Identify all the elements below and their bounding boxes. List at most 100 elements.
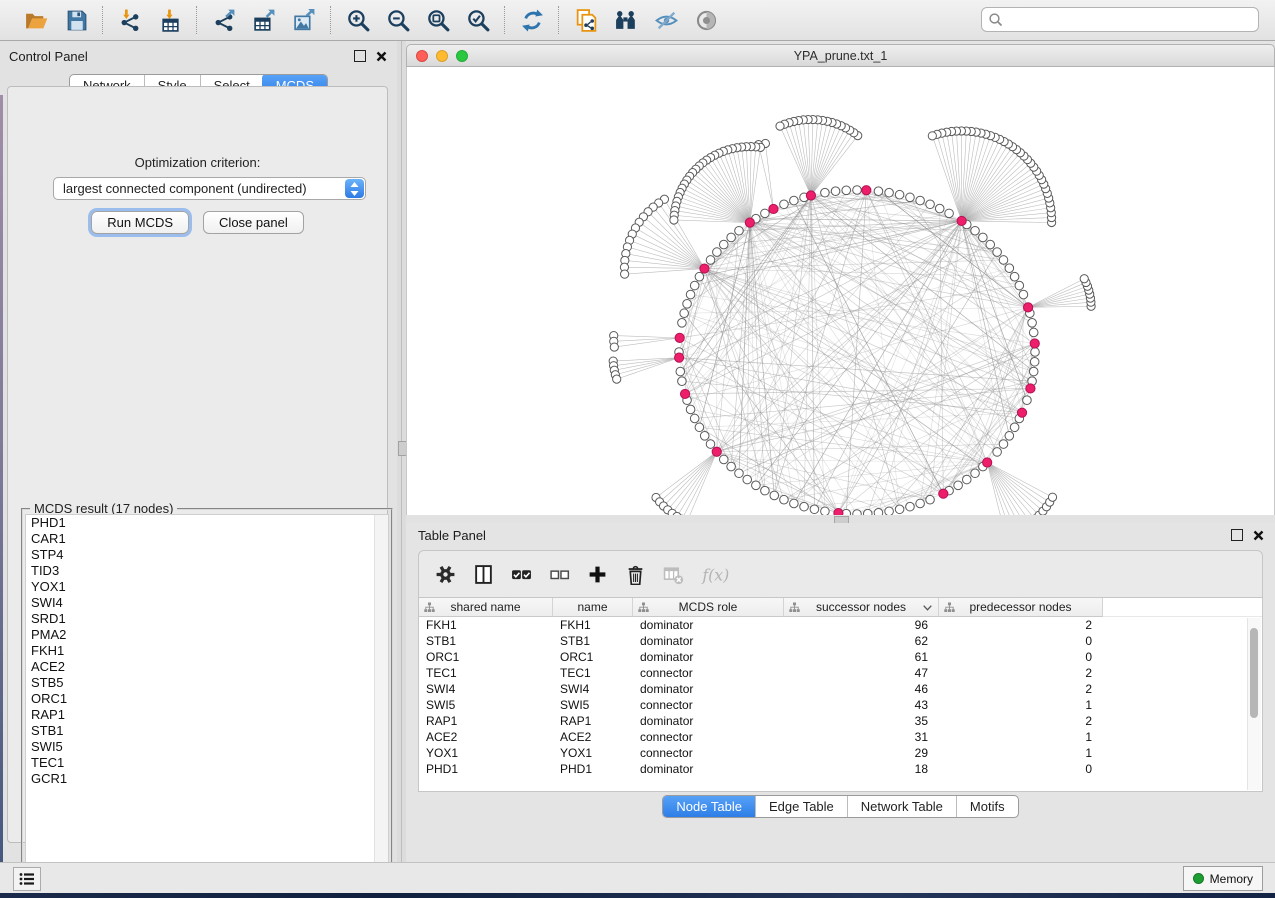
mcds-result-item[interactable]: STB5 <box>26 675 388 691</box>
cell-shared-name[interactable]: TEC1 <box>419 666 553 680</box>
cell-name[interactable]: RAP1 <box>553 714 633 728</box>
cell-MCDS-role[interactable]: dominator <box>633 650 784 664</box>
show-columns-button[interactable] <box>473 562 494 586</box>
table-row-SWI5[interactable]: SWI5SWI5connector431 <box>419 697 1262 713</box>
apply-layout-button[interactable] <box>516 4 548 36</box>
column-header-shared-name[interactable]: shared name <box>419 598 553 617</box>
clone-network-button[interactable] <box>570 4 602 36</box>
network-node[interactable] <box>678 377 687 386</box>
network-hub-node[interactable] <box>745 218 754 227</box>
network-node[interactable] <box>743 475 752 484</box>
cell-name[interactable]: ORC1 <box>553 650 633 664</box>
network-node[interactable] <box>1023 396 1032 405</box>
cell-successor-nodes[interactable]: 43 <box>784 698 939 712</box>
horizontal-splitter[interactable] <box>406 515 1275 523</box>
table-scrollbar-thumb[interactable] <box>1250 628 1258 718</box>
table-settings-button[interactable] <box>435 562 456 586</box>
cell-predecessor-nodes[interactable]: 2 <box>939 666 1103 680</box>
network-node[interactable] <box>1031 348 1040 357</box>
task-history-button[interactable] <box>13 867 41 891</box>
cell-successor-nodes[interactable]: 62 <box>784 634 939 648</box>
cell-predecessor-nodes[interactable]: 2 <box>939 618 1103 632</box>
cell-predecessor-nodes[interactable]: 1 <box>939 698 1103 712</box>
cell-MCDS-role[interactable]: dominator <box>633 714 784 728</box>
network-node[interactable] <box>999 256 1008 265</box>
network-node[interactable] <box>700 432 709 441</box>
table-row-PHD1[interactable]: PHD1PHD1dominator180 <box>419 761 1262 777</box>
network-node[interactable] <box>780 200 789 209</box>
deselect-all-button[interactable] <box>549 562 570 586</box>
export-image-button[interactable] <box>288 4 320 36</box>
network-node[interactable] <box>727 462 736 471</box>
memory-button[interactable]: Memory <box>1183 866 1263 891</box>
zoom-selected-button[interactable] <box>462 4 494 36</box>
table-row-RAP1[interactable]: RAP1RAP1dominator352 <box>419 713 1262 729</box>
cell-name[interactable]: PHD1 <box>553 762 633 776</box>
network-titlebar[interactable]: YPA_prune.txt_1 <box>406 44 1275 67</box>
network-node[interactable] <box>1005 264 1014 273</box>
network-hub-node[interactable] <box>675 353 684 362</box>
network-hub-node[interactable] <box>1017 408 1026 417</box>
float-panel-icon[interactable] <box>354 50 366 62</box>
table-row-SWI4[interactable]: SWI4SWI4dominator462 <box>419 681 1262 697</box>
network-node[interactable] <box>962 475 971 484</box>
network-node[interactable] <box>690 281 699 290</box>
network-node[interactable] <box>695 272 704 281</box>
network-node[interactable] <box>810 505 819 514</box>
cell-successor-nodes[interactable]: 61 <box>784 650 939 664</box>
export-table-button[interactable] <box>248 4 280 36</box>
network-hub-node[interactable] <box>675 333 684 342</box>
select-all-button[interactable] <box>511 562 532 586</box>
cell-shared-name[interactable]: SWI4 <box>419 682 553 696</box>
network-node[interactable] <box>610 343 618 351</box>
cell-successor-nodes[interactable]: 18 <box>784 762 939 776</box>
network-node[interactable] <box>719 240 728 249</box>
network-node[interactable] <box>993 248 1002 257</box>
mcds-result-item[interactable]: PMA2 <box>26 627 388 643</box>
network-node[interactable] <box>971 469 980 478</box>
cell-name[interactable]: SWI5 <box>553 698 633 712</box>
network-node[interactable] <box>670 216 678 224</box>
cell-successor-nodes[interactable]: 31 <box>784 730 939 744</box>
cell-predecessor-nodes[interactable]: 2 <box>939 714 1103 728</box>
network-node[interactable] <box>916 196 925 205</box>
cell-shared-name[interactable]: STB1 <box>419 634 553 648</box>
tab-edge-table[interactable]: Edge Table <box>755 796 847 817</box>
network-node[interactable] <box>926 495 935 504</box>
network-node[interactable] <box>954 481 963 490</box>
mcds-result-item[interactable]: ORC1 <box>26 691 388 707</box>
network-hub-node[interactable] <box>1024 303 1033 312</box>
cell-MCDS-role[interactable]: connector <box>633 666 784 680</box>
cell-MCDS-role[interactable]: dominator <box>633 634 784 648</box>
network-node[interactable] <box>706 256 715 265</box>
cell-successor-nodes[interactable]: 46 <box>784 682 939 696</box>
network-node[interactable] <box>678 318 687 327</box>
show-graphics-details-button[interactable] <box>690 4 722 36</box>
network-node[interactable] <box>1019 290 1028 299</box>
network-node[interactable] <box>916 499 925 508</box>
hide-graphics-details-button[interactable] <box>650 4 682 36</box>
criterion-select[interactable]: largest connected component (undirected) <box>53 177 366 200</box>
network-node[interactable] <box>686 290 695 299</box>
open-file-button[interactable] <box>20 4 52 36</box>
cell-shared-name[interactable]: YOX1 <box>419 746 553 760</box>
mcds-result-item[interactable]: CAR1 <box>26 531 388 547</box>
network-node[interactable] <box>906 193 915 202</box>
network-node[interactable] <box>895 190 904 199</box>
network-node[interactable] <box>853 186 862 195</box>
network-node[interactable] <box>695 423 704 432</box>
import-table-button[interactable] <box>154 4 186 36</box>
network-node[interactable] <box>676 367 685 376</box>
mcds-result-item[interactable]: SRD1 <box>26 611 388 627</box>
cell-shared-name[interactable]: SWI5 <box>419 698 553 712</box>
mcds-result-item[interactable]: TEC1 <box>26 755 388 771</box>
cell-name[interactable]: TEC1 <box>553 666 633 680</box>
network-hub-node[interactable] <box>939 489 948 498</box>
cell-name[interactable]: ACE2 <box>553 730 633 744</box>
network-node[interactable] <box>906 502 915 511</box>
tab-node-table[interactable]: Node Table <box>662 795 756 818</box>
network-hub-node[interactable] <box>1030 339 1039 348</box>
network-node[interactable] <box>1030 357 1039 366</box>
cell-successor-nodes[interactable]: 35 <box>784 714 939 728</box>
network-hub-node[interactable] <box>700 264 709 273</box>
